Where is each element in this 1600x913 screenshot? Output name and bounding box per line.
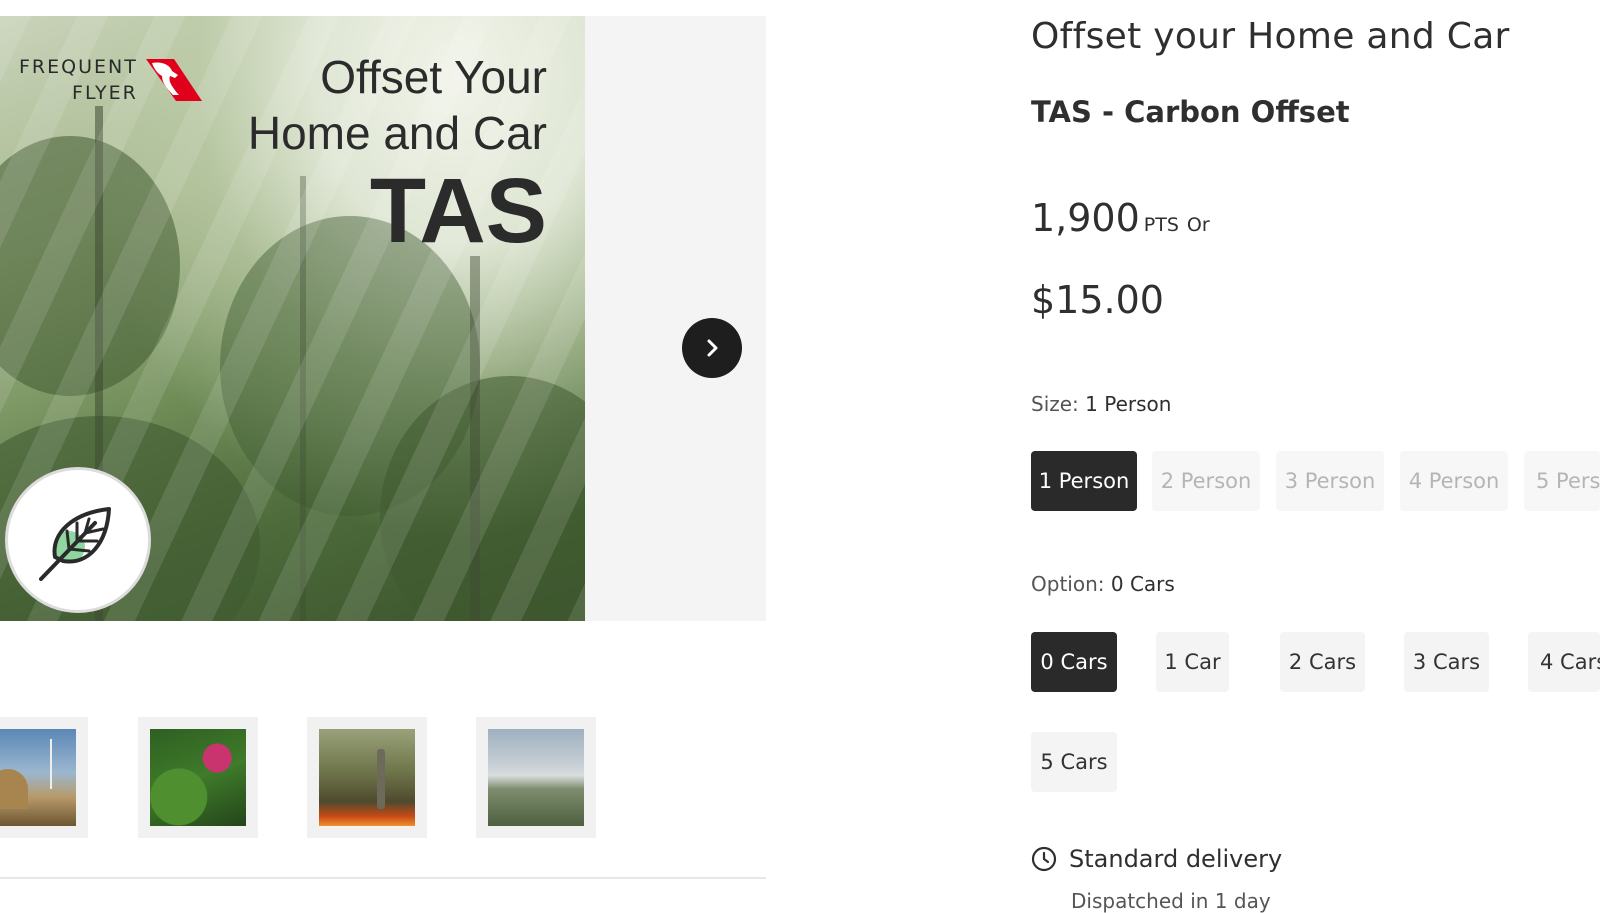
product-title: Offset your Home and Car <box>1031 16 1510 57</box>
logo-text: FREQUENT FLYER <box>19 54 138 106</box>
hero-image[interactable]: FREQUENT FLYER Offset Your Home and Car … <box>0 16 585 621</box>
thumbnail-image <box>319 729 415 826</box>
cash-price: $15.00 <box>1031 278 1164 322</box>
thumbnail-1[interactable] <box>0 717 88 838</box>
leaf-icon <box>39 507 111 581</box>
option-selected-value: 0 Cars <box>1110 572 1175 596</box>
points-value: 1,900 <box>1031 196 1140 240</box>
size-option-4-person[interactable]: 4 Person <box>1400 451 1508 511</box>
delivery-title: Standard delivery <box>1069 845 1283 873</box>
option-2-cars[interactable]: 2 Cars <box>1280 632 1365 692</box>
or-text: Or <box>1186 214 1210 236</box>
hero-title-line-2: Home and Car <box>247 107 547 159</box>
size-option-1-person[interactable]: 1 Person <box>1031 451 1137 511</box>
kangaroo-logo-icon <box>145 59 202 101</box>
size-label: Size: 1 Person <box>1031 392 1171 416</box>
size-option-3-person[interactable]: 3 Person <box>1276 451 1384 511</box>
hero-title-state: TAS <box>369 160 547 262</box>
option-1-car[interactable]: 1 Car <box>1156 632 1229 692</box>
thumbnail-image <box>150 729 246 826</box>
size-option-5-person[interactable]: 5 Person <box>1524 451 1600 511</box>
option-5-cars[interactable]: 5 Cars <box>1031 732 1117 792</box>
points-price: 1,900 PTS Or <box>1031 196 1210 240</box>
thumbnail-3[interactable] <box>307 717 427 838</box>
option-0-cars[interactable]: 0 Cars <box>1031 632 1117 692</box>
frequent-flyer-logo: FREQUENT FLYER <box>19 54 204 106</box>
thumbnail-image <box>0 729 76 826</box>
delivery-info: Standard delivery <box>1031 845 1282 873</box>
hero-title: Offset Your Home and Car TAS <box>248 49 547 257</box>
next-image-button[interactable] <box>682 318 742 378</box>
thumbnail-2[interactable] <box>138 717 258 838</box>
option-label-text: Option: <box>1031 572 1105 596</box>
dispatch-text: Dispatched in 1 day <box>1071 889 1271 913</box>
thumbnail-4[interactable] <box>476 717 596 838</box>
thumbnail-image <box>488 729 584 826</box>
points-unit: PTS <box>1143 214 1179 236</box>
product-info: Offset your Home and Car TAS - Carbon Of… <box>1031 0 1600 913</box>
clock-icon <box>1031 846 1057 872</box>
product-subtitle: TAS - Carbon Offset <box>1031 95 1350 129</box>
size-option-2-person[interactable]: 2 Person <box>1152 451 1260 511</box>
gallery-divider <box>0 877 766 879</box>
option-label: Option: 0 Cars <box>1031 572 1175 596</box>
size-selected-value: 1 Person <box>1085 392 1172 416</box>
hero-title-line-1: Offset Your <box>320 51 547 103</box>
leaf-badge <box>5 467 151 613</box>
size-label-text: Size: <box>1031 392 1079 416</box>
option-3-cars[interactable]: 3 Cars <box>1404 632 1489 692</box>
logo-line-1: FREQUENT <box>19 56 138 78</box>
product-gallery: FREQUENT FLYER Offset Your Home and Car … <box>0 16 766 621</box>
logo-line-2: FLYER <box>72 82 138 104</box>
option-4-cars[interactable]: 4 Cars <box>1528 632 1600 692</box>
chevron-right-icon <box>707 339 718 357</box>
